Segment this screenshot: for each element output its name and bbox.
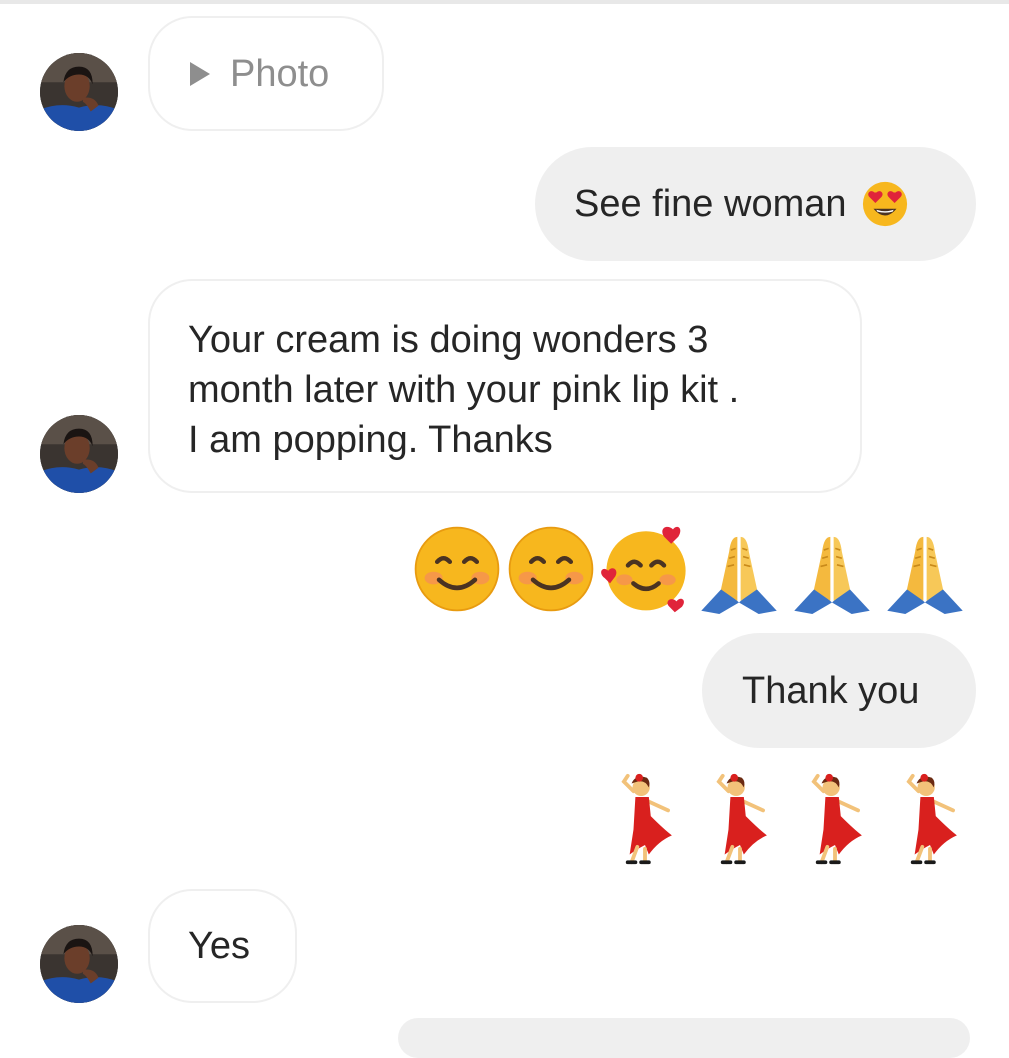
dancer-emoji [614, 772, 676, 868]
top-divider [0, 0, 1009, 4]
heart-eyes-emoji [862, 181, 907, 227]
message-text: Thank you [742, 669, 920, 712]
outgoing-message-bubble[interactable]: See fine woman [535, 147, 976, 261]
photo-message-bubble[interactable]: Photo [148, 16, 384, 131]
dancer-emoji [709, 772, 771, 868]
partial-outgoing-bubble[interactable] [398, 1018, 970, 1058]
message-line: Your cream is doing wonders 3 [188, 319, 709, 361]
folded-hands-emoji [880, 532, 970, 614]
incoming-message-bubble[interactable]: Your cream is doing wonders 3 month late… [148, 279, 862, 493]
sender-avatar[interactable] [40, 53, 118, 131]
message-line: month later with your pink lip kit . [188, 369, 740, 411]
incoming-message-bubble[interactable]: Yes [148, 889, 297, 1003]
folded-hands-emoji [787, 532, 877, 614]
folded-hands-emoji [694, 532, 784, 614]
outgoing-message-bubble[interactable]: Thank you [702, 633, 976, 748]
outgoing-emoji-message[interactable] [412, 524, 970, 614]
sender-avatar[interactable] [40, 415, 118, 493]
smiling-face-with-hearts-emoji [600, 524, 692, 614]
message-text: See fine woman [574, 183, 847, 225]
dancer-emoji [899, 772, 961, 868]
dancer-emoji [804, 772, 866, 868]
photo-label: Photo [230, 52, 330, 95]
smiling-face-emoji [412, 524, 502, 614]
sender-avatar[interactable] [40, 925, 118, 1003]
message-text: Yes [188, 925, 250, 967]
message-line: I am popping. Thanks [188, 419, 553, 461]
smiling-face-emoji [506, 524, 596, 614]
play-icon [190, 61, 210, 86]
outgoing-emoji-message[interactable] [614, 772, 961, 868]
